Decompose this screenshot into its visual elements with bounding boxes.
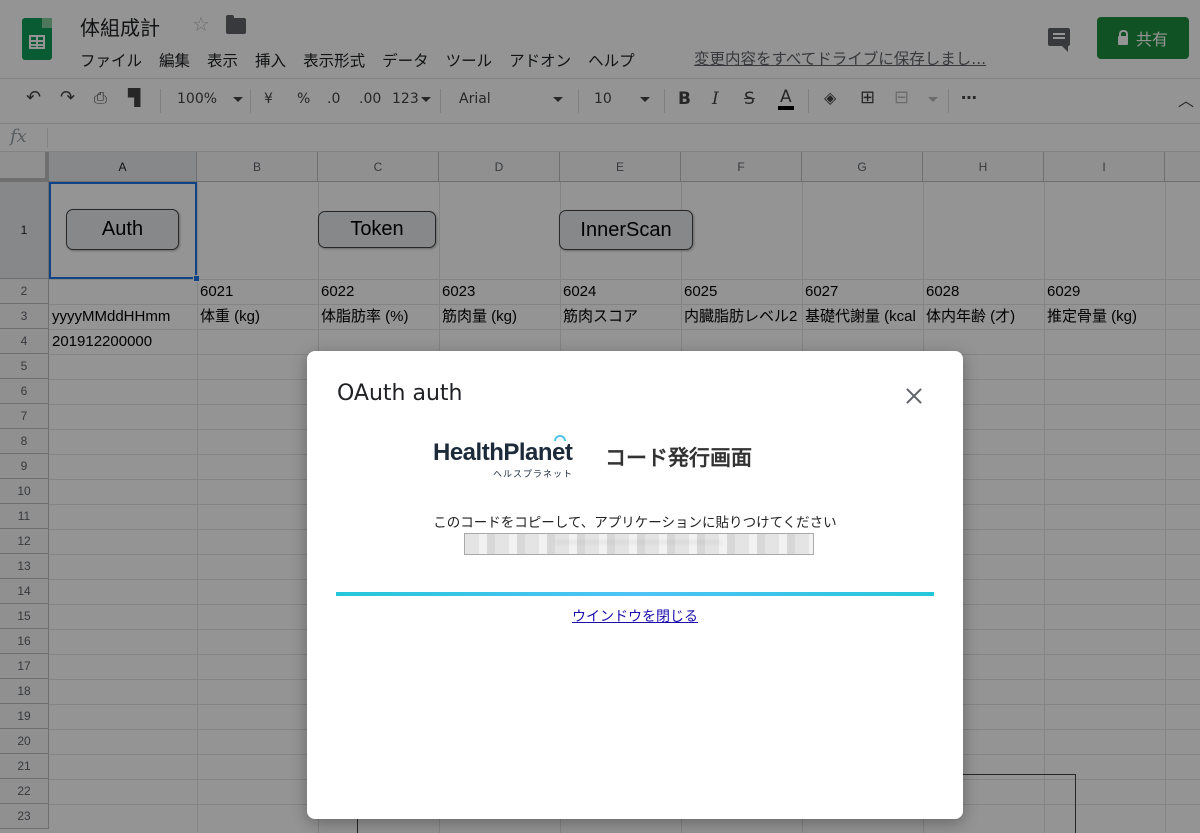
- progress-bar: [336, 592, 934, 596]
- oauth-dialog: OAuth auth HealthPlanet ヘルスプラネット コード発行画面…: [307, 351, 963, 819]
- auth-code-field[interactable]: ········································…: [464, 533, 814, 555]
- healthplanet-logo: HealthPlanet: [433, 439, 573, 466]
- healthplanet-logo-subtext: ヘルスプラネット: [493, 470, 574, 480]
- code-issue-heading: コード発行画面: [605, 446, 752, 470]
- auth-code-blurred: ········································…: [555, 536, 723, 549]
- copy-instruction: このコードをコピーして、アプリケーションに貼りつけてください: [433, 515, 837, 531]
- wifi-arc-icon: [554, 435, 566, 441]
- close-window-link[interactable]: ウインドウを閉じる: [307, 606, 963, 626]
- dialog-title: OAuth auth: [337, 381, 463, 406]
- close-icon[interactable]: [905, 387, 923, 405]
